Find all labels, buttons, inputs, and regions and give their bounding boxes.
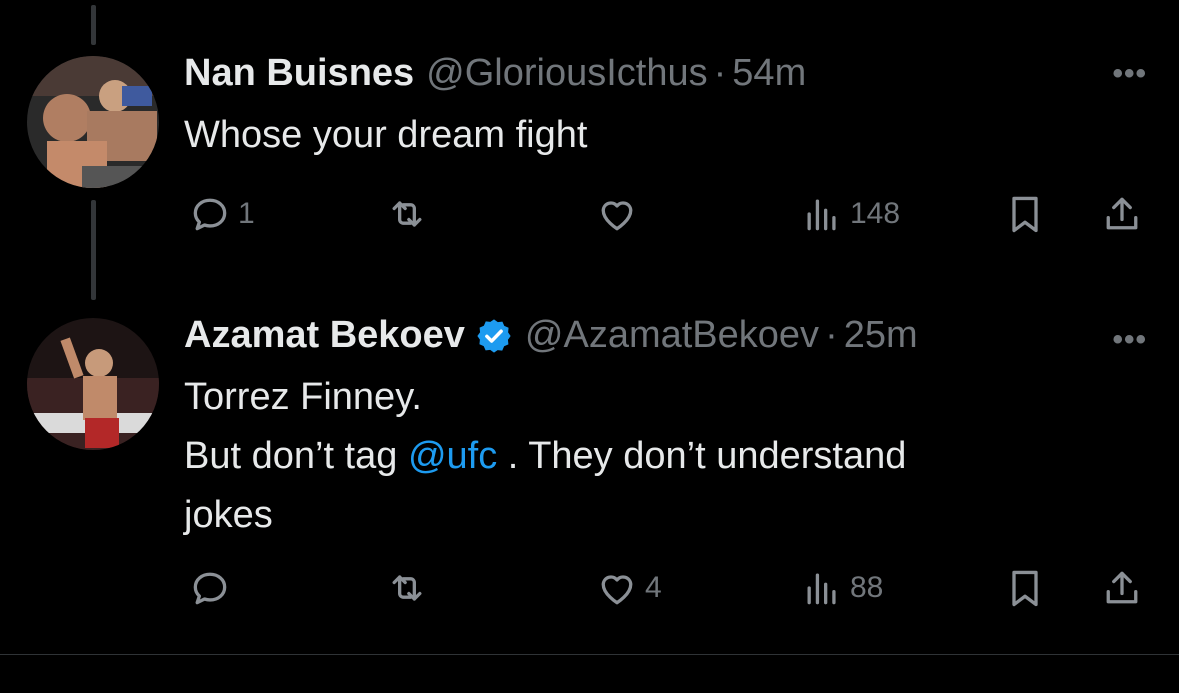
share-button[interactable] — [1100, 566, 1144, 610]
display-name[interactable]: Azamat Bekoev — [184, 314, 465, 357]
user-handle[interactable]: @AzamatBekoev — [525, 314, 819, 357]
view-count: 148 — [850, 197, 901, 230]
like-button[interactable] — [595, 192, 639, 236]
avatar[interactable] — [27, 318, 159, 450]
timestamp[interactable]: 54m — [732, 52, 806, 95]
retweet-button[interactable] — [385, 192, 429, 236]
action-bar: 4 88 — [0, 566, 1179, 616]
reply-button[interactable] — [188, 566, 232, 610]
views-icon — [807, 573, 836, 605]
more-options-button[interactable]: ••• — [1112, 59, 1147, 89]
verified-badge-icon — [475, 317, 513, 355]
like-button[interactable]: 4 — [595, 566, 662, 610]
reply-icon — [193, 198, 227, 231]
display-name[interactable]: Nan Buisnes — [184, 52, 414, 95]
bookmark-button[interactable] — [1003, 566, 1047, 610]
mention-link[interactable]: @ufc — [408, 435, 497, 477]
avatar-image — [27, 56, 159, 188]
divider — [0, 654, 1179, 655]
user-handle[interactable]: @GloriousIcthus — [426, 52, 707, 95]
tweet-text: Torrez Finney. But don’t tag @ufc . They… — [184, 368, 1084, 545]
like-count: 4 — [645, 571, 662, 604]
share-button[interactable] — [1100, 192, 1144, 236]
heart-icon — [601, 575, 633, 605]
avatar-image — [27, 318, 159, 450]
retweet-icon — [392, 575, 422, 601]
reply-count: 1 — [238, 197, 255, 230]
tweet[interactable]: Nan Buisnes @GloriousIcthus · 54m ••• Wh… — [0, 0, 1179, 300]
avatar[interactable] — [27, 56, 159, 188]
bookmark-icon — [1012, 196, 1038, 233]
text-segment: But don’t tag — [184, 435, 408, 477]
views-button[interactable]: 88 — [800, 566, 883, 610]
share-icon — [1106, 197, 1138, 230]
reply-button[interactable]: 1 — [188, 192, 255, 236]
tweet-text-line: Torrez Finney. — [184, 376, 422, 418]
bookmark-button[interactable] — [1003, 192, 1047, 236]
tweet-header: Nan Buisnes @GloriousIcthus · 54m — [184, 52, 806, 95]
retweet-button[interactable] — [385, 566, 429, 610]
timestamp[interactable]: 25m — [844, 314, 918, 357]
reply-icon — [193, 572, 227, 605]
heart-icon — [601, 201, 633, 231]
tweet-text-line: But don’t tag @ufc . They don’t understa… — [184, 427, 1084, 486]
separator-dot: · — [825, 314, 838, 356]
separator-dot: · — [713, 52, 727, 94]
view-count: 88 — [850, 571, 884, 604]
tweet-text-line: jokes — [184, 494, 273, 536]
more-options-button[interactable]: ••• — [1112, 325, 1147, 355]
retweet-icon — [392, 201, 422, 227]
text-segment: . They don’t understand — [497, 435, 907, 477]
tweet-text: Whose your dream fight — [184, 114, 588, 156]
share-icon — [1106, 571, 1138, 604]
tweet-header: Azamat Bekoev @AzamatBekoev · 25m — [184, 314, 918, 357]
action-bar: 1 148 — [0, 192, 1179, 242]
views-button[interactable]: 148 — [800, 192, 900, 236]
bookmark-icon — [1012, 570, 1038, 607]
views-icon — [807, 199, 836, 231]
tweet[interactable]: Azamat Bekoev @AzamatBekoev · 25m ••• To… — [0, 300, 1179, 654]
